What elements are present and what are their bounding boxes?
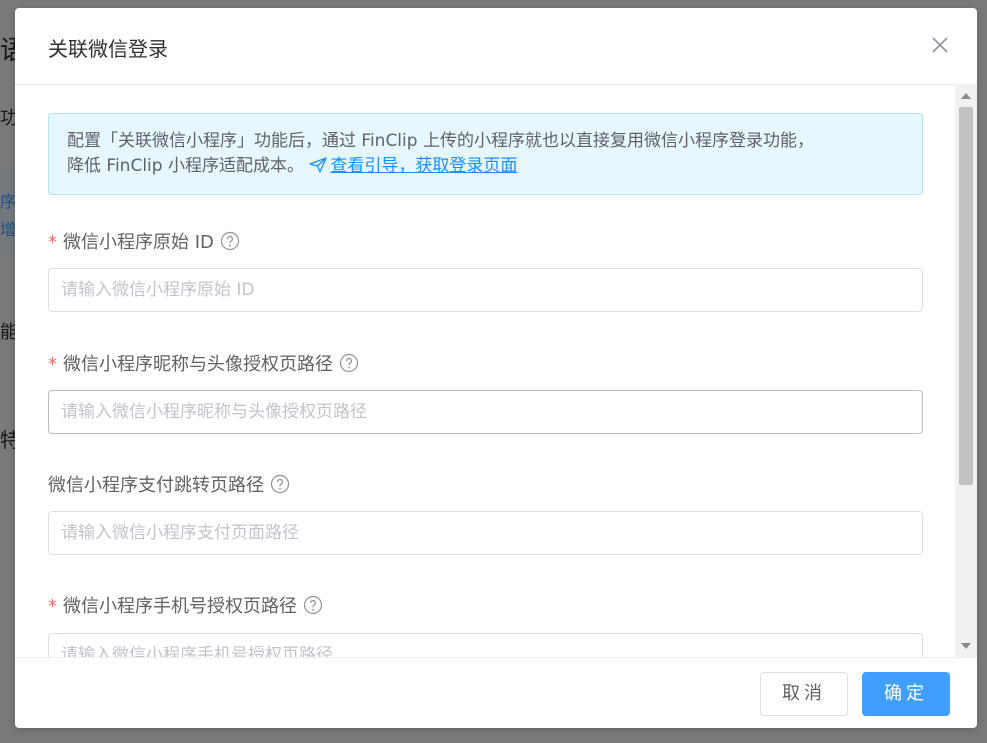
field-label-original-id: * 微信小程序原始 ID [48,228,240,254]
phone-auth-path-input[interactable] [48,633,923,657]
notice-text: 配置「关联微信小程序」功能后，通过 FinClip 上传的小程序就也以直接复用微… [67,131,814,151]
vertical-scrollbar[interactable] [955,85,977,657]
scroll-down-arrow-icon[interactable] [961,643,971,649]
avatar-auth-path-input[interactable] [48,390,923,434]
field-label-phone-path: * 微信小程序手机号授权页路径 [48,592,323,618]
field-label-avatar-path: * 微信小程序昵称与头像授权页路径 [48,350,359,376]
field-label-payment-path: 微信小程序支付跳转页路径 [48,471,290,497]
cancel-button[interactable]: 取消 [760,672,848,716]
question-circle-icon[interactable] [220,231,240,251]
send-icon [309,157,328,173]
confirm-button[interactable]: 确定 [862,672,950,716]
info-notice: 配置「关联微信小程序」功能后，通过 FinClip 上传的小程序就也以直接复用微… [48,113,923,195]
question-circle-icon[interactable] [270,474,290,494]
dialog-title: 关联微信登录 [48,37,168,61]
dialog-header: 关联微信登录 [15,8,977,85]
question-circle-icon[interactable] [303,595,323,615]
dialog-body: 配置「关联微信小程序」功能后，通过 FinClip 上传的小程序就也以直接复用微… [15,85,977,657]
field-label-text: 微信小程序原始 ID [63,232,214,253]
notice-text: 降低 FinClip 小程序适配成本。 [67,156,304,176]
field-label-text: 微信小程序昵称与头像授权页路径 [63,354,333,375]
payment-path-input[interactable] [48,511,923,555]
scroll-up-arrow-icon[interactable] [961,93,971,99]
required-asterisk: * [48,596,57,617]
wechat-login-dialog: 关联微信登录 配置「关联微信小程序」功能后，通过 FinClip 上传的小程序就… [15,8,977,728]
close-icon[interactable] [929,34,951,56]
question-circle-icon[interactable] [339,353,359,373]
original-id-input[interactable] [48,268,923,312]
required-asterisk: * [48,232,57,253]
scrollbar-thumb[interactable] [959,107,973,485]
field-label-text: 微信小程序手机号授权页路径 [63,596,297,617]
dialog-footer: 取消 确定 [15,657,977,728]
guide-link[interactable]: 查看引导，获取登录页面 [330,156,517,176]
field-label-text: 微信小程序支付跳转页路径 [48,475,264,496]
required-asterisk: * [48,354,57,375]
form-scroll-area: 配置「关联微信小程序」功能后，通过 FinClip 上传的小程序就也以直接复用微… [15,85,955,657]
